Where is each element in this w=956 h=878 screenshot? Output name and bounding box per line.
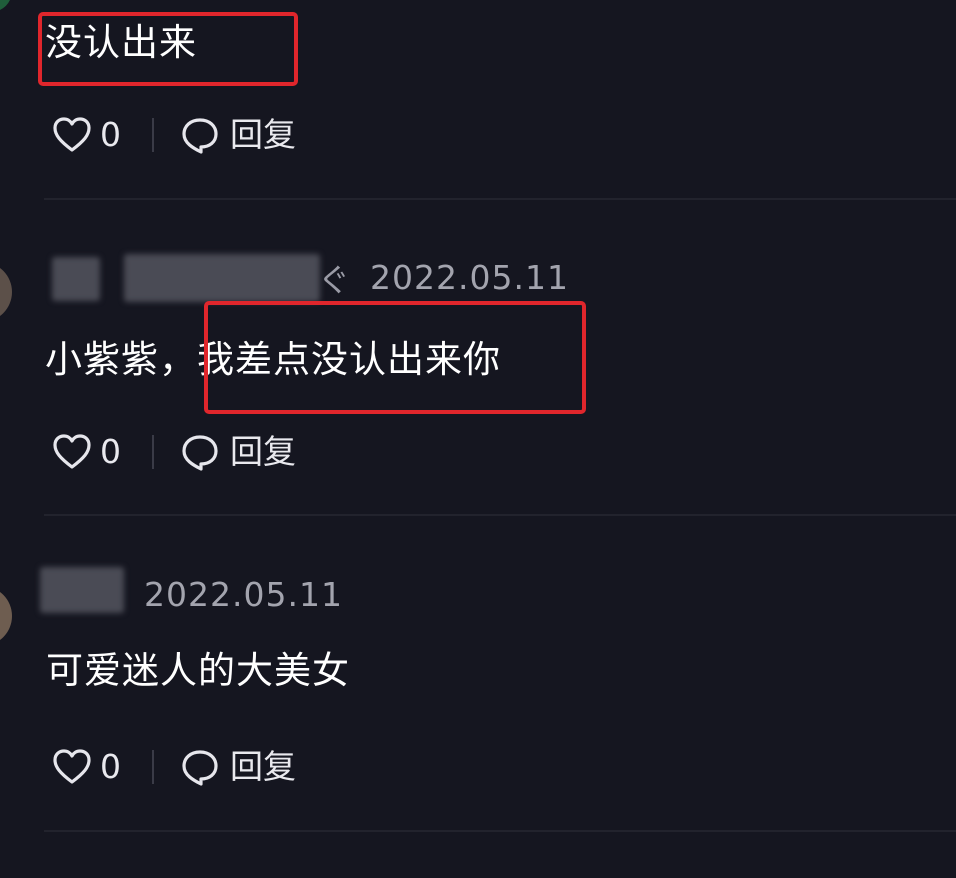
action-divider xyxy=(152,750,154,784)
speech-bubble-icon xyxy=(182,435,218,471)
like-button[interactable]: 0 xyxy=(52,115,132,155)
comment-text-prefix: 小紫紫， xyxy=(45,338,197,381)
heart-outline-icon xyxy=(53,749,91,784)
comment-actions: 0 回复 xyxy=(52,432,312,472)
comment-text: 可爱迷人的大美女 xyxy=(46,649,350,692)
reply-label: 回复 xyxy=(230,115,296,154)
like-button[interactable]: 0 xyxy=(52,432,132,472)
action-divider xyxy=(152,118,154,152)
heart-outline-icon xyxy=(53,434,91,469)
avatar[interactable] xyxy=(0,262,12,322)
avatar[interactable] xyxy=(0,0,12,12)
like-count: 0 xyxy=(100,432,121,471)
speech-bubble-icon xyxy=(182,750,218,786)
username-redacted xyxy=(52,257,100,301)
comment-actions: 0 回复 xyxy=(52,747,312,787)
username-redacted xyxy=(40,567,124,613)
like-count: 0 xyxy=(100,747,121,786)
reply-button[interactable]: 回复 xyxy=(180,747,310,787)
timestamp: 2022.05.11 xyxy=(144,575,343,614)
speech-bubble-icon xyxy=(182,118,218,154)
reply-label: 回复 xyxy=(230,747,296,786)
avatar[interactable] xyxy=(0,586,12,646)
like-button[interactable]: 0 xyxy=(52,747,132,787)
heart-outline-icon xyxy=(53,117,91,152)
divider xyxy=(44,198,956,200)
comment-actions: 0 回复 xyxy=(52,115,312,155)
username-text: ぐ xyxy=(318,261,351,299)
divider xyxy=(44,830,956,832)
like-count: 0 xyxy=(100,115,121,154)
reply-button[interactable]: 回复 xyxy=(180,115,310,155)
action-divider xyxy=(152,435,154,469)
highlight-box xyxy=(204,301,586,414)
highlight-box xyxy=(38,12,298,86)
username-redacted xyxy=(124,254,320,302)
timestamp: 2022.05.11 xyxy=(370,258,569,297)
reply-button[interactable]: 回复 xyxy=(180,432,310,472)
divider xyxy=(44,514,956,516)
reply-label: 回复 xyxy=(230,432,296,471)
